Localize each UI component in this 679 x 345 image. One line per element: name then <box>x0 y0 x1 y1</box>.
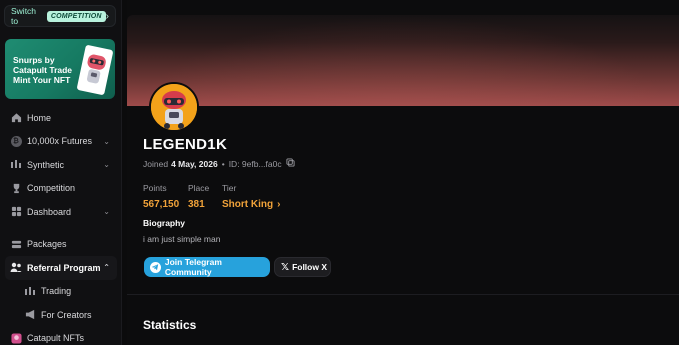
nft-icon <box>10 332 22 344</box>
tier-stat: Tier Short King › <box>222 183 280 210</box>
x-logo-icon: 𝕏 <box>281 261 290 273</box>
chevron-down-icon: ⌄ <box>103 207 110 216</box>
avatar <box>149 82 199 132</box>
biography-text: i am just simple man <box>143 234 221 244</box>
profile-username: LEGEND1K <box>143 136 228 153</box>
profile-banner <box>127 15 679 106</box>
sidebar-nav: Home ₿ 10,000x Futures ⌄ Synthetic ⌄ Com… <box>0 106 122 345</box>
chevron-down-icon: ⌄ <box>103 160 110 169</box>
user-id: ID: 9efb...fa0c <box>228 158 282 169</box>
tier-value: Short King <box>222 199 274 210</box>
points-stat: Points 567,150 <box>143 183 179 210</box>
chevron-up-icon: ⌃ <box>103 263 110 272</box>
joined-date: 4 May, 2026 <box>171 158 218 169</box>
sidebar-item-trading[interactable]: Trading <box>0 280 122 304</box>
sidebar: Switch to COMPETITION › Snurps by Catapu… <box>0 0 122 345</box>
points-label: Points <box>143 183 167 193</box>
section-divider <box>127 294 679 295</box>
promo-line-3: Mint Your NFT <box>13 75 71 85</box>
promo-line-1: Snurps by <box>13 55 55 65</box>
sidebar-item-label: Competition <box>27 183 76 194</box>
switch-label: Switch to <box>11 6 37 26</box>
bitcoin-icon: ₿ <box>10 135 22 147</box>
sidebar-item-label: 10,000x Futures <box>27 136 93 147</box>
trophy-icon <box>10 182 22 194</box>
promo-line-2: Catapult Trade <box>13 65 73 75</box>
sidebar-item-for-creators[interactable]: For Creators <box>0 303 122 327</box>
meta-separator: • <box>221 158 225 169</box>
sidebar-item-label: Synthetic <box>27 159 65 170</box>
tier-link[interactable]: Short King › <box>222 199 280 210</box>
sidebar-item-label: Packages <box>27 239 67 250</box>
nft-card-image <box>76 44 114 96</box>
tier-label: Tier <box>222 183 237 193</box>
robot-nft-icon <box>86 54 106 84</box>
sidebar-item-label: Home <box>27 112 52 123</box>
points-value: 567,150 <box>143 199 180 210</box>
profile-meta: Joined 4 May, 2026 • ID: 9efb...fa0c <box>143 158 295 169</box>
profile-main: LEGEND1K Joined 4 May, 2026 • ID: 9efb..… <box>127 0 679 345</box>
chevron-down-icon: ⌄ <box>103 136 110 146</box>
place-value: 381 <box>188 199 205 210</box>
nft-promo-banner[interactable]: Snurps by Catapult Trade Mint Your NFT <box>5 39 115 99</box>
dashboard-icon <box>10 206 22 218</box>
telegram-button-label: Join Telegram Community <box>164 257 222 277</box>
sidebar-item-dashboard[interactable]: Dashboard ⌄ <box>0 200 122 224</box>
chevron-right-icon: › <box>105 10 109 22</box>
sidebar-item-synthetic[interactable]: Synthetic ⌄ <box>0 153 122 177</box>
megaphone-icon <box>24 309 36 321</box>
place-stat: Place 381 <box>188 183 209 210</box>
promo-text: Snurps by Catapult Trade Mint Your NFT <box>13 55 72 85</box>
follow-x-button[interactable]: 𝕏 Follow X <box>274 257 331 277</box>
joined-label: Joined <box>143 158 169 169</box>
sidebar-item-competition[interactable]: Competition <box>0 177 122 201</box>
place-label: Place <box>188 183 210 193</box>
join-telegram-button[interactable]: Join Telegram Community <box>144 257 270 277</box>
sidebar-item-label: Dashboard <box>27 206 72 217</box>
sidebar-item-catapult-nfts[interactable]: Catapult NFTs <box>0 327 122 345</box>
copy-icon[interactable] <box>286 158 295 169</box>
sidebar-item-futures[interactable]: ₿ 10,000x Futures ⌄ <box>0 130 122 154</box>
biography-heading: Biography <box>143 218 186 228</box>
sidebar-item-packages[interactable]: Packages <box>0 233 122 257</box>
chevron-right-icon: › <box>277 199 281 210</box>
nav-divider <box>0 224 122 233</box>
trading-icon <box>24 285 36 297</box>
home-icon <box>10 112 22 124</box>
switch-to-competition-button[interactable]: Switch to COMPETITION › <box>4 5 116 27</box>
telegram-icon <box>150 261 161 273</box>
statistics-heading: Statistics <box>143 318 197 332</box>
sidebar-item-label: Trading <box>41 286 72 297</box>
sidebar-item-home[interactable]: Home <box>0 106 122 130</box>
packages-icon <box>10 238 22 250</box>
sidebar-item-label: For Creators <box>41 309 92 320</box>
robot-avatar-icon <box>151 84 197 130</box>
sidebar-item-label: Catapult NFTs <box>27 333 85 344</box>
competition-badge: COMPETITION <box>46 10 106 22</box>
sidebar-item-label: Referral Program <box>27 262 101 273</box>
sidebar-item-referral-program[interactable]: Referral Program ⌃ <box>5 256 117 280</box>
synthetic-icon <box>10 159 22 171</box>
users-icon <box>10 262 22 274</box>
x-button-label: Follow X <box>292 262 328 272</box>
